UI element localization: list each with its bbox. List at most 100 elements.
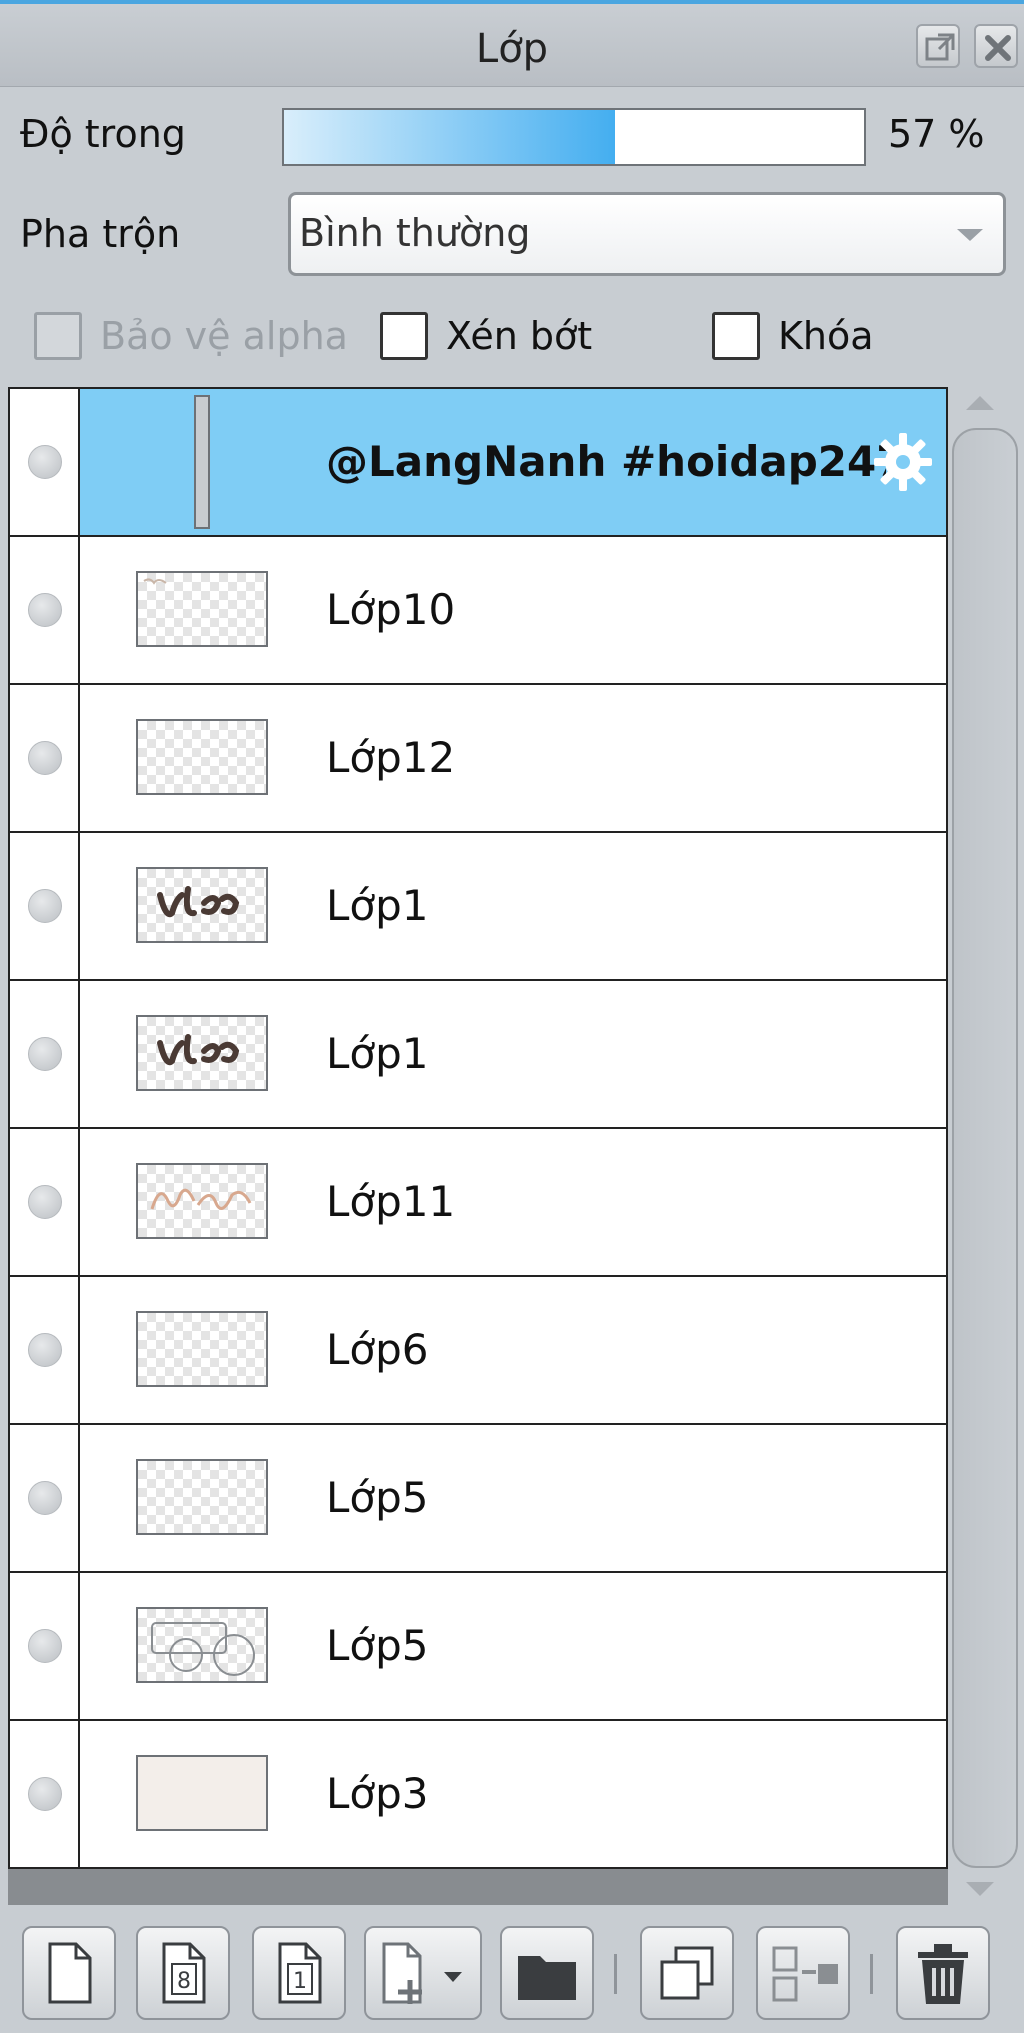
new-layer-button[interactable] <box>22 1926 116 2020</box>
layer-row[interactable]: Lớp11 <box>10 1129 946 1277</box>
popout-button[interactable] <box>916 24 960 68</box>
layer-thumbnail <box>136 1015 268 1091</box>
visibility-icon[interactable] <box>28 1333 62 1367</box>
delete-layer-button[interactable] <box>896 1926 990 2020</box>
close-icon <box>985 35 1011 61</box>
duplicate-layer-icon <box>660 1946 714 2000</box>
layer-panel: Lớp Độ trong 57 % Pha trộn Bình thường B… <box>0 0 1024 2033</box>
layer-row[interactable]: Lớp5 <box>10 1425 946 1573</box>
list-footer <box>8 1869 948 1905</box>
visibility-cell[interactable] <box>10 389 80 535</box>
sketch-thumbnail-icon <box>143 578 167 585</box>
opacity-value: 57 % <box>888 112 985 156</box>
layer-name: Lớp10 <box>326 585 456 634</box>
layer-name: Lớp12 <box>326 733 456 782</box>
chevron-down-icon <box>957 229 983 241</box>
merge-down-icon <box>772 1946 838 2002</box>
scroll-up-icon[interactable] <box>966 396 994 410</box>
layer-thumbnail <box>136 1607 268 1683</box>
new-folder-button[interactable] <box>500 1926 594 2020</box>
layer-thumbnail <box>136 571 268 647</box>
visibility-cell[interactable] <box>10 1573 80 1719</box>
scrollbar-thumb[interactable] <box>952 428 1018 1868</box>
alpha-protect-checkbox[interactable] <box>34 312 82 360</box>
layer-thumbnail <box>136 1459 268 1535</box>
layer-row[interactable]: Lớp12 <box>10 685 946 833</box>
visibility-icon[interactable] <box>28 1037 62 1071</box>
gear-icon[interactable] <box>870 429 936 495</box>
delete-layer-icon <box>918 1944 968 2004</box>
layer-row[interactable]: Lớp6 <box>10 1277 946 1425</box>
visibility-icon[interactable] <box>28 889 62 923</box>
visibility-cell[interactable] <box>10 1277 80 1423</box>
layer-name: Lớp5 <box>326 1621 429 1670</box>
add-layer-menu-button[interactable] <box>364 1926 482 2020</box>
layer-name: @LangNanh #hoidap247 <box>326 437 886 486</box>
lettering-thumbnail-icon <box>157 886 240 918</box>
shapes-thumbnail-icon <box>151 1622 255 1676</box>
merge-down-button[interactable] <box>756 1926 850 2020</box>
visibility-icon[interactable] <box>28 741 62 775</box>
scroll-down-icon[interactable] <box>966 1882 994 1896</box>
visibility-icon[interactable] <box>28 593 62 627</box>
visibility-icon[interactable] <box>28 1629 62 1663</box>
layer-toolbar: 8 1 <box>0 1912 1024 2033</box>
toolbar-separator <box>614 1954 617 1994</box>
new-folder-icon <box>518 1956 576 2000</box>
duplicate-layer-button[interactable] <box>640 1926 734 2020</box>
layer-thumbnail <box>194 395 210 529</box>
opacity-fill <box>284 110 615 164</box>
lettering-thumbnail-icon <box>157 1034 240 1066</box>
layer-row[interactable]: Lớp1 <box>10 981 946 1129</box>
blend-mode-value: Bình thường <box>299 211 531 255</box>
visibility-cell[interactable] <box>10 833 80 979</box>
layer-row[interactable]: Lớp5 <box>10 1573 946 1721</box>
new-8bit-layer-button[interactable]: 8 <box>136 1926 230 2020</box>
lock-checkbox[interactable] <box>712 312 760 360</box>
visibility-cell[interactable] <box>10 1425 80 1571</box>
popout-icon <box>925 33 955 61</box>
layer-row[interactable]: Lớp1 <box>10 833 946 981</box>
visibility-cell[interactable] <box>10 537 80 683</box>
layer-name: Lớp3 <box>326 1769 429 1818</box>
panel-titlebar[interactable]: Lớp <box>0 4 1024 87</box>
layer-row[interactable]: Lớp10 <box>10 537 946 685</box>
layer-thumbnail <box>136 1755 268 1831</box>
panel-title: Lớp <box>475 26 549 72</box>
layer-name: Lớp6 <box>326 1325 429 1374</box>
layer-thumbnail <box>136 867 268 943</box>
layer-thumbnail <box>136 719 268 795</box>
new-1bit-layer-icon: 1 <box>278 1942 322 2004</box>
new-layer-icon <box>48 1942 92 2004</box>
layer-name: Lớp1 <box>326 881 429 930</box>
visibility-cell[interactable] <box>10 981 80 1127</box>
opacity-label: Độ trong <box>20 112 186 156</box>
blend-label: Pha trộn <box>20 212 181 256</box>
visibility-icon[interactable] <box>28 1777 62 1811</box>
close-button[interactable] <box>974 24 1018 68</box>
visibility-cell[interactable] <box>10 685 80 831</box>
visibility-icon[interactable] <box>28 1481 62 1515</box>
visibility-icon[interactable] <box>28 1185 62 1219</box>
layer-thumbnail <box>136 1311 268 1387</box>
layer-list: @LangNanh #hoidap247 Lớp10 Lớp12 Lớp1 Lớ… <box>8 387 948 1869</box>
layer-thumbnail <box>136 1163 268 1239</box>
new-1bit-layer-button[interactable]: 1 <box>252 1926 346 2020</box>
clip-label: Xén bớt <box>446 314 593 358</box>
lettering-outline-thumbnail-icon <box>150 1188 252 1210</box>
opacity-slider[interactable] <box>282 108 866 166</box>
svg-text:8: 8 <box>177 1969 191 1994</box>
clip-checkbox[interactable] <box>380 312 428 360</box>
layer-name: Lớp11 <box>326 1177 456 1226</box>
layer-row[interactable]: Lớp3 <box>10 1721 946 1867</box>
svg-text:1: 1 <box>293 1969 307 1994</box>
add-layer-menu-icon <box>382 1942 462 2004</box>
visibility-icon[interactable] <box>28 445 62 479</box>
layer-name: Lớp5 <box>326 1473 429 1522</box>
visibility-cell[interactable] <box>10 1129 80 1275</box>
lock-label: Khóa <box>778 314 874 358</box>
layer-row[interactable]: @LangNanh #hoidap247 <box>10 389 946 537</box>
visibility-cell[interactable] <box>10 1721 80 1867</box>
alpha-protect-label: Bảo vệ alpha <box>100 314 348 358</box>
blend-mode-select[interactable]: Bình thường <box>288 192 1006 276</box>
